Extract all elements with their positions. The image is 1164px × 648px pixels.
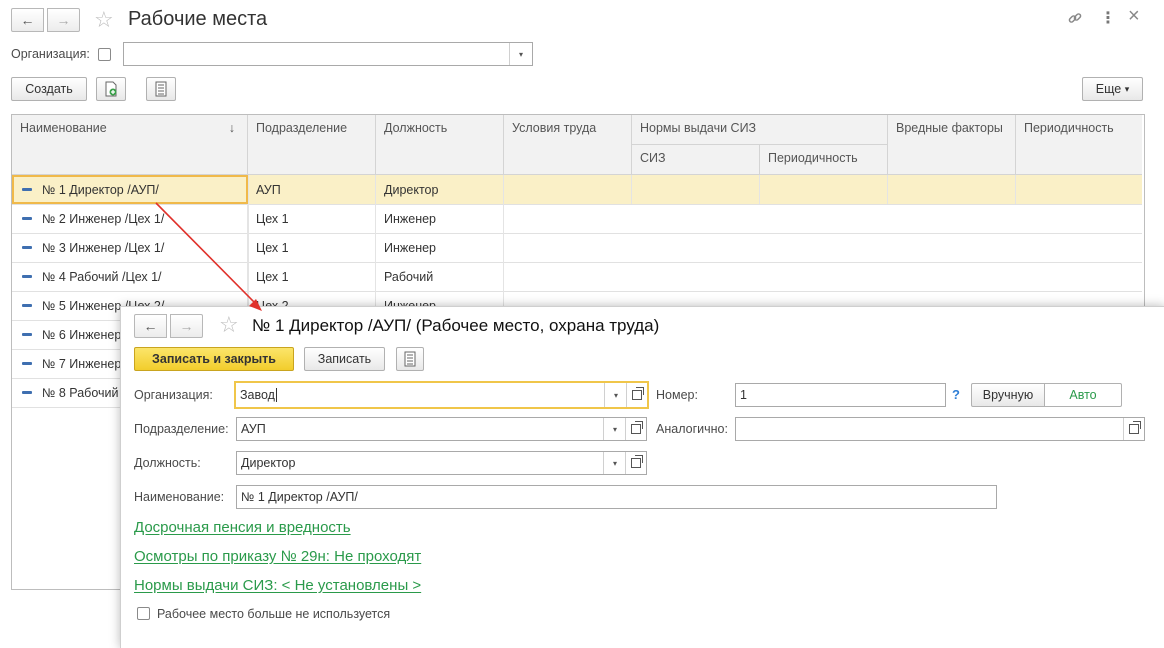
annotation-arrow: [155, 202, 262, 311]
